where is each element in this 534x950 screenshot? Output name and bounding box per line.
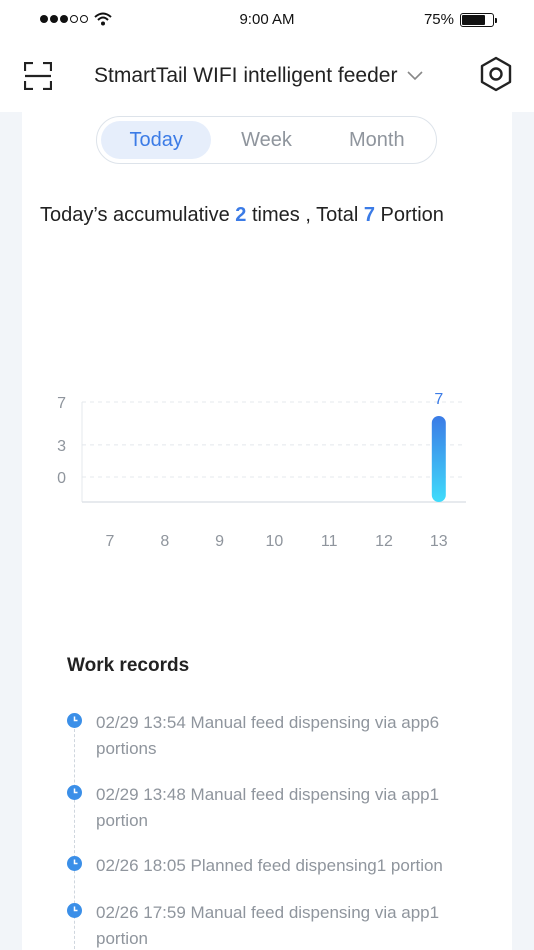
main-card: Today Week Month Today’s accumulative 2 … xyxy=(22,112,512,950)
x-tick-label: 9 xyxy=(215,533,224,550)
tab-today[interactable]: Today xyxy=(101,121,212,159)
x-tick-label: 13 xyxy=(430,533,448,550)
x-tick-label: 8 xyxy=(160,533,169,550)
record-text: 02/29 13:48 Manual feed dispensing via a… xyxy=(96,785,440,830)
record-text: 02/26 17:59 Manual feed dispensing via a… xyxy=(96,903,440,948)
scan-icon[interactable] xyxy=(24,62,52,90)
summary-suffix: Portion xyxy=(375,204,444,226)
settings-icon[interactable] xyxy=(478,56,514,92)
tab-week[interactable]: Week xyxy=(211,121,321,159)
device-selector[interactable]: StmartTail WIFI intelligent feeder xyxy=(94,64,424,88)
clock-icon xyxy=(67,856,82,871)
battery-percent: 75% xyxy=(423,11,454,28)
battery-icon xyxy=(460,12,497,27)
bar-data-label: 7 xyxy=(434,391,443,408)
x-tick-label: 12 xyxy=(375,533,393,550)
record-text: 02/26 18:05 Planned feed dispensing1 por… xyxy=(96,856,443,875)
chevron-down-icon xyxy=(407,71,424,81)
x-tick-label: 11 xyxy=(321,533,338,550)
summary-middle: times , Total xyxy=(246,204,364,226)
y-tick-label: 3 xyxy=(57,438,66,455)
x-tick-label: 10 xyxy=(266,533,284,550)
work-records-title: Work records xyxy=(67,655,190,676)
record-text: 02/29 13:54 Manual feed dispensing via a… xyxy=(96,713,440,758)
daily-summary: Today’s accumulative 2 times , Total 7 P… xyxy=(40,204,444,227)
clock-icon xyxy=(67,785,82,800)
summary-prefix: Today’s accumulative xyxy=(40,204,236,226)
clock-icon xyxy=(67,713,82,728)
x-tick-label: 7 xyxy=(106,533,115,550)
app-header: StmartTail WIFI intelligent feeder xyxy=(0,42,534,112)
period-tabs: Today Week Month xyxy=(96,116,437,164)
y-tick-label: 0 xyxy=(57,470,66,487)
feeding-bar-chart: 0 3 7 7 8 9 10 11 12 13 7 xyxy=(57,391,466,550)
clock-icon xyxy=(67,903,82,918)
tab-month[interactable]: Month xyxy=(322,121,432,159)
summary-times: 2 xyxy=(235,204,247,226)
bar xyxy=(431,416,446,502)
y-tick-label: 7 xyxy=(57,395,66,412)
summary-portions: 7 xyxy=(363,204,375,226)
battery-group: 75% xyxy=(423,11,497,28)
status-bar: 9:00 AM 75% xyxy=(0,0,534,42)
device-title: StmartTail WIFI intelligent feeder xyxy=(94,64,398,87)
